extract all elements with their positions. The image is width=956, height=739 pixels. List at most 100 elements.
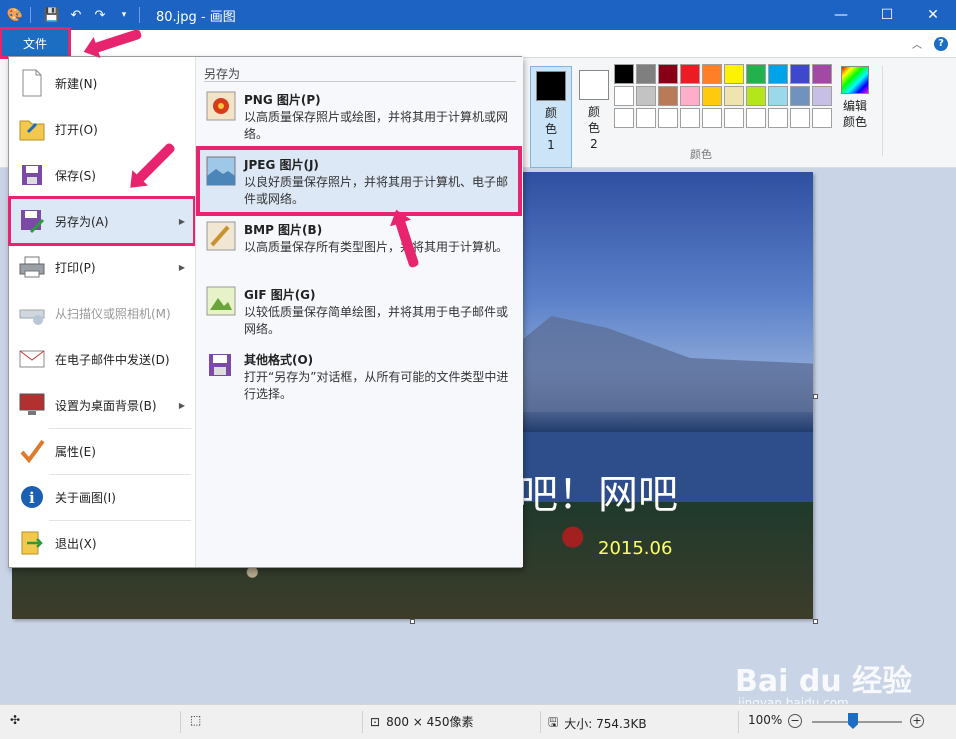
palette-swatch[interactable] xyxy=(746,108,766,128)
help-icon[interactable]: ? xyxy=(934,36,948,51)
menu-item-email[interactable]: 在电子邮件中发送(D) xyxy=(11,337,193,381)
menu-item-scanner[interactable]: 从扫描仪或照相机(M) xyxy=(11,291,193,335)
palette-swatch[interactable] xyxy=(790,64,810,84)
palette-swatch[interactable] xyxy=(614,64,634,84)
new-file-icon xyxy=(17,68,47,98)
undo-icon[interactable]: ↶ xyxy=(67,6,85,24)
save-as-option-bmp[interactable]: BMP 图片(B) 以高质量保存所有类型图片，并将其用于计算机。 xyxy=(200,215,518,277)
palette-swatch[interactable] xyxy=(658,86,678,106)
palette-swatch[interactable] xyxy=(746,86,766,106)
desktop-background-icon xyxy=(17,390,47,420)
save-as-option-png[interactable]: PNG 图片(P) 以高质量保存照片或绘图，并将其用于计算机或网络。 xyxy=(200,85,518,147)
minimize-button[interactable]: — xyxy=(818,0,864,30)
close-button[interactable]: ✕ xyxy=(910,0,956,30)
save-as-option-gif[interactable]: GIF 图片(G) 以较低质量保存简单绘图，并将其用于电子邮件或网络。 xyxy=(200,280,518,342)
png-image-icon xyxy=(206,91,236,121)
menu-item-new-file[interactable]: 新建(N) xyxy=(11,61,193,105)
exit-icon xyxy=(17,528,47,558)
ribbon-divider xyxy=(882,66,883,156)
size-text: 大小: 754.3KB xyxy=(564,717,647,731)
palette-swatch[interactable] xyxy=(636,86,656,106)
palette-swatch[interactable] xyxy=(636,108,656,128)
save-as-option-jpeg[interactable]: JPEG 图片(J) 以良好质量保存照片，并将其用于计算机、电子邮件或网络。 xyxy=(196,146,522,216)
save-as-option-other-format[interactable]: 其他格式(O) 打开“另存为”对话框，从所有可能的文件类型中进行选择。 xyxy=(200,345,518,407)
scanner-icon xyxy=(17,298,47,328)
file-menu: 新建(N) 打开(O) 保存(S) 另存为(A) ▶ 打印(P) ▶ 从扫描仪或照相机(M) 在… xyxy=(8,56,523,568)
file-size: 🖫 大小: 754.3KB xyxy=(548,713,647,734)
menu-item-save[interactable]: 保存(S) xyxy=(11,153,193,197)
qa-separator-2 xyxy=(139,7,140,23)
save-as-option-description: 以较低质量保存简单绘图，并将其用于电子邮件或网络。 xyxy=(244,305,509,336)
cursor-position: ✣ xyxy=(10,713,20,727)
maximize-button[interactable]: ☐ xyxy=(864,0,910,30)
palette-swatch[interactable] xyxy=(768,64,788,84)
collapse-ribbon-icon[interactable]: ︿ xyxy=(912,36,922,51)
baidu-watermark: Bai du 经验 xyxy=(735,664,913,699)
save-as-option-description: 以高质量保存所有类型图片，并将其用于计算机。 xyxy=(244,240,509,254)
edit-colors-button[interactable]: 编辑颜色 xyxy=(838,66,872,130)
palette-swatch[interactable] xyxy=(724,86,744,106)
menu-item-desktop-background[interactable]: 设置为桌面背景(B) ▶ xyxy=(11,383,193,427)
open-folder-icon xyxy=(17,114,47,144)
image-caption: 吧！网吧 xyxy=(518,472,678,518)
save-as-option-title: GIF 图片(G) xyxy=(244,288,316,302)
save-as-submenu: 另存为 PNG 图片(P) 以高质量保存照片或绘图，并将其用于计算机或网络。 JPE… xyxy=(195,57,523,567)
palette-swatch[interactable] xyxy=(768,86,788,106)
ribbon-top-icons: ︿ ? xyxy=(912,36,948,51)
palette-swatch[interactable] xyxy=(768,108,788,128)
image-date: 2015.06 xyxy=(598,538,673,559)
submenu-arrow-icon: ▶ xyxy=(178,216,185,226)
resize-handle-corner[interactable] xyxy=(813,619,818,624)
color-palette xyxy=(614,64,832,128)
palette-swatch[interactable] xyxy=(658,108,678,128)
zoom-in-button[interactable]: + xyxy=(910,714,924,728)
palette-swatch[interactable] xyxy=(680,86,700,106)
submenu-arrow-icon: ▶ xyxy=(178,400,185,410)
customize-toolbar-icon[interactable]: ▾ xyxy=(115,6,133,24)
svg-text:i: i xyxy=(29,489,35,507)
color1-button[interactable]: 颜色 1 xyxy=(530,66,572,168)
palette-swatch[interactable] xyxy=(790,108,810,128)
resize-handle-bottom[interactable] xyxy=(410,619,415,624)
image-dimensions: ⊡ 800 × 450像素 xyxy=(370,713,474,730)
palette-swatch[interactable] xyxy=(614,108,634,128)
menu-item-save-as[interactable]: 另存为(A) ▶ xyxy=(8,196,196,246)
palette-swatch[interactable] xyxy=(812,86,832,106)
palette-swatch[interactable] xyxy=(724,64,744,84)
palette-swatch[interactable] xyxy=(680,64,700,84)
zoom-slider-thumb[interactable] xyxy=(848,713,858,729)
palette-swatch[interactable] xyxy=(702,64,722,84)
palette-swatch[interactable] xyxy=(812,108,832,128)
palette-swatch[interactable] xyxy=(658,64,678,84)
palette-swatch[interactable] xyxy=(724,108,744,128)
ribbon-tabs: ︿ ? xyxy=(0,30,956,58)
rainbow-icon xyxy=(841,66,869,94)
status-sep-4 xyxy=(738,711,739,733)
resize-handle-right[interactable] xyxy=(813,394,818,399)
file-tab[interactable]: 文件 xyxy=(0,27,71,59)
menu-item-checkmark[interactable]: 属性(E) xyxy=(11,429,193,473)
palette-swatch[interactable] xyxy=(702,86,722,106)
title-bar: 🎨 💾 ↶ ↷ ▾ 80.jpg - 画图 — ☐ ✕ xyxy=(0,0,956,30)
save-icon xyxy=(17,160,47,190)
palette-swatch[interactable] xyxy=(746,64,766,84)
palette-swatch[interactable] xyxy=(812,64,832,84)
menu-item-printer[interactable]: 打印(P) ▶ xyxy=(11,245,193,289)
disk-icon: 🖫 xyxy=(548,715,559,729)
zoom-out-button[interactable]: − xyxy=(788,714,802,728)
quick-save-icon[interactable]: 💾 xyxy=(43,6,61,24)
palette-swatch[interactable] xyxy=(614,86,634,106)
palette-swatch[interactable] xyxy=(790,86,810,106)
palette-swatch[interactable] xyxy=(680,108,700,128)
menu-item-exit[interactable]: 退出(X) xyxy=(11,521,193,565)
save-as-option-title: JPEG 图片(J) xyxy=(244,158,319,172)
save-as-option-title: 其他格式(O) xyxy=(244,353,314,367)
palette-swatch[interactable] xyxy=(702,108,722,128)
color2-button[interactable]: 颜色 2 xyxy=(578,66,610,168)
palette-swatch[interactable] xyxy=(636,64,656,84)
save-as-option-description: 以高质量保存照片或绘图，并将其用于计算机或网络。 xyxy=(244,110,509,141)
menu-item-info[interactable]: i 关于画图(I) xyxy=(11,475,193,519)
redo-icon[interactable]: ↷ xyxy=(91,6,109,24)
paint-app-icon[interactable]: 🎨 xyxy=(6,6,24,24)
selection-size: ⬚ xyxy=(190,713,201,727)
